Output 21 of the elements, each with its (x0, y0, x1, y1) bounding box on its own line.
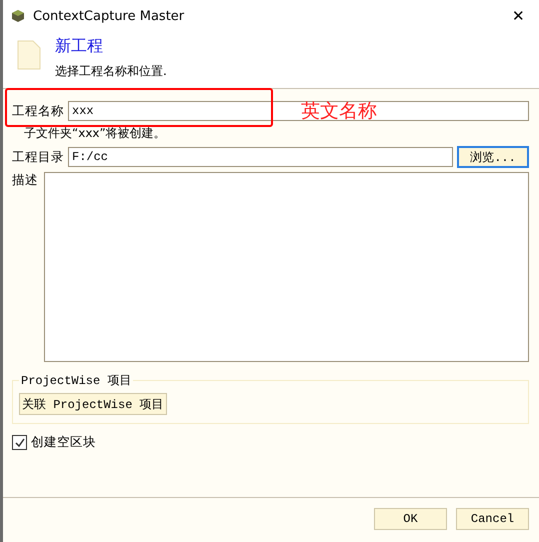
description-field[interactable] (44, 172, 529, 362)
cube-icon (11, 9, 25, 23)
document-icon (17, 40, 41, 70)
browse-button[interactable]: 浏览... (457, 146, 529, 168)
hint-text: 子文件夹“xxx”将被创建。 (23, 125, 167, 142)
link-projectwise-button[interactable]: 关联 ProjectWise 项目 (19, 393, 167, 415)
field-label: 描述 (12, 172, 39, 189)
checkbox[interactable] (12, 435, 27, 450)
group-title: ProjectWise 项目 (20, 373, 132, 389)
page-subtitle: 选择工程名称和位置. (55, 63, 167, 80)
annotation-text: 英文名称 (301, 99, 377, 124)
page-title: 新工程 (55, 36, 104, 57)
close-button[interactable]: ✕ (506, 7, 531, 25)
dialog-button[interactable]: OK (374, 508, 447, 530)
directory-field[interactable]: F:/cc (68, 147, 453, 167)
window-title: ContextCapture Master (33, 8, 186, 24)
field-label: 工程目录 (12, 148, 64, 166)
field-label: 工程名称 (12, 102, 64, 120)
checkbox-label: 创建空区块 (31, 434, 96, 451)
check-icon (14, 438, 24, 448)
dialog-button[interactable]: Cancel (456, 508, 529, 530)
